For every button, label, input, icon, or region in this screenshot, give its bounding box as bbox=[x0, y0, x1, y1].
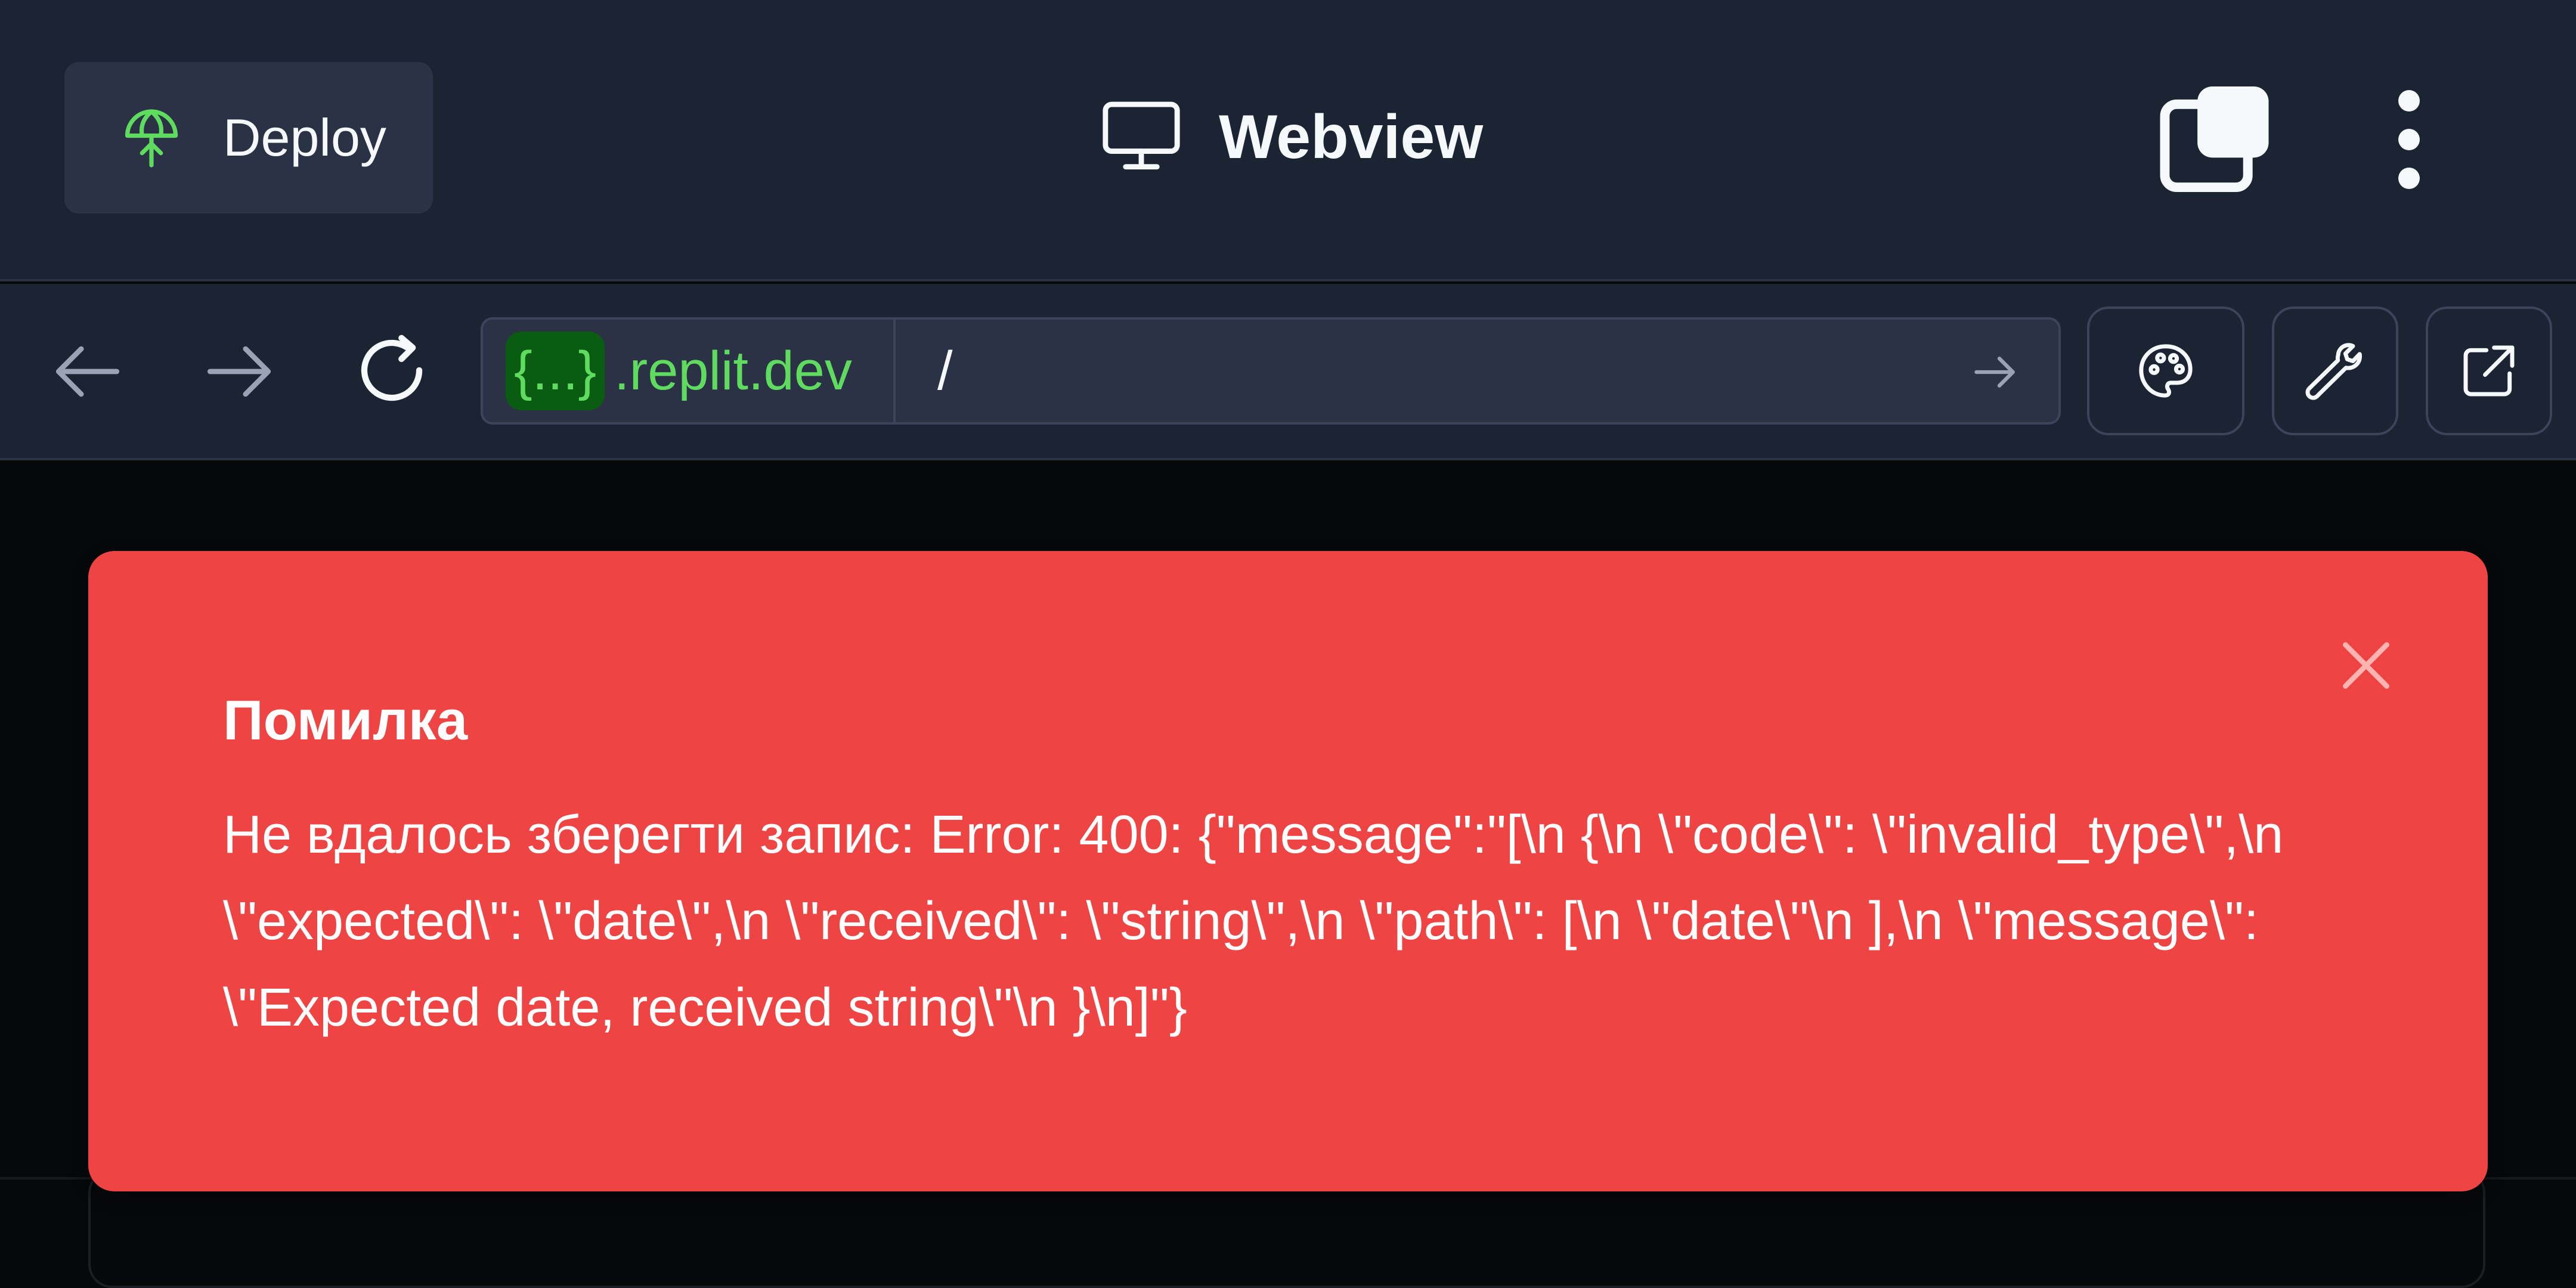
close-icon[interactable] bbox=[2335, 634, 2397, 696]
arrow-left-icon[interactable] bbox=[49, 333, 126, 410]
palette-icon bbox=[2139, 344, 2193, 398]
go-arrow-icon[interactable] bbox=[1970, 347, 2020, 397]
deploy-button[interactable]: Deploy bbox=[64, 62, 433, 213]
url-domain: .replit.dev bbox=[614, 340, 852, 401]
reload-icon[interactable] bbox=[353, 332, 431, 409]
monitor-icon bbox=[1103, 101, 1180, 170]
wrench-icon bbox=[2305, 343, 2363, 400]
top-header: Deploy Webview bbox=[0, 0, 2576, 281]
page-title: Webview bbox=[1219, 102, 1484, 172]
url-host-badge: {...} bbox=[506, 332, 605, 410]
url-path-input[interactable]: / bbox=[937, 320, 953, 422]
tabs-icon[interactable] bbox=[2159, 83, 2272, 193]
toast-title: Помилка bbox=[223, 689, 468, 751]
deploy-label: Deploy bbox=[223, 108, 386, 167]
open-in-new-tab-button[interactable] bbox=[2426, 306, 2552, 435]
url-bar[interactable]: {...} .replit.dev / bbox=[481, 317, 2061, 425]
arrow-right-icon[interactable] bbox=[200, 333, 278, 410]
error-toast: Помилка Не вдалось зберегти запис: Error… bbox=[88, 551, 2488, 1191]
devtools-button[interactable] bbox=[2272, 306, 2398, 435]
deploy-icon bbox=[125, 109, 178, 168]
toast-message: Не вдалось зберегти запис: Error: 400: {… bbox=[223, 805, 2284, 1038]
kebab-menu-icon[interactable] bbox=[2385, 86, 2433, 193]
webview-tab-title: Webview bbox=[1101, 95, 1483, 179]
url-divider bbox=[893, 320, 896, 422]
external-link-icon bbox=[2463, 345, 2515, 397]
theme-palette-button[interactable] bbox=[2087, 306, 2244, 435]
browser-toolbar: {...} .replit.dev / bbox=[0, 284, 2576, 460]
